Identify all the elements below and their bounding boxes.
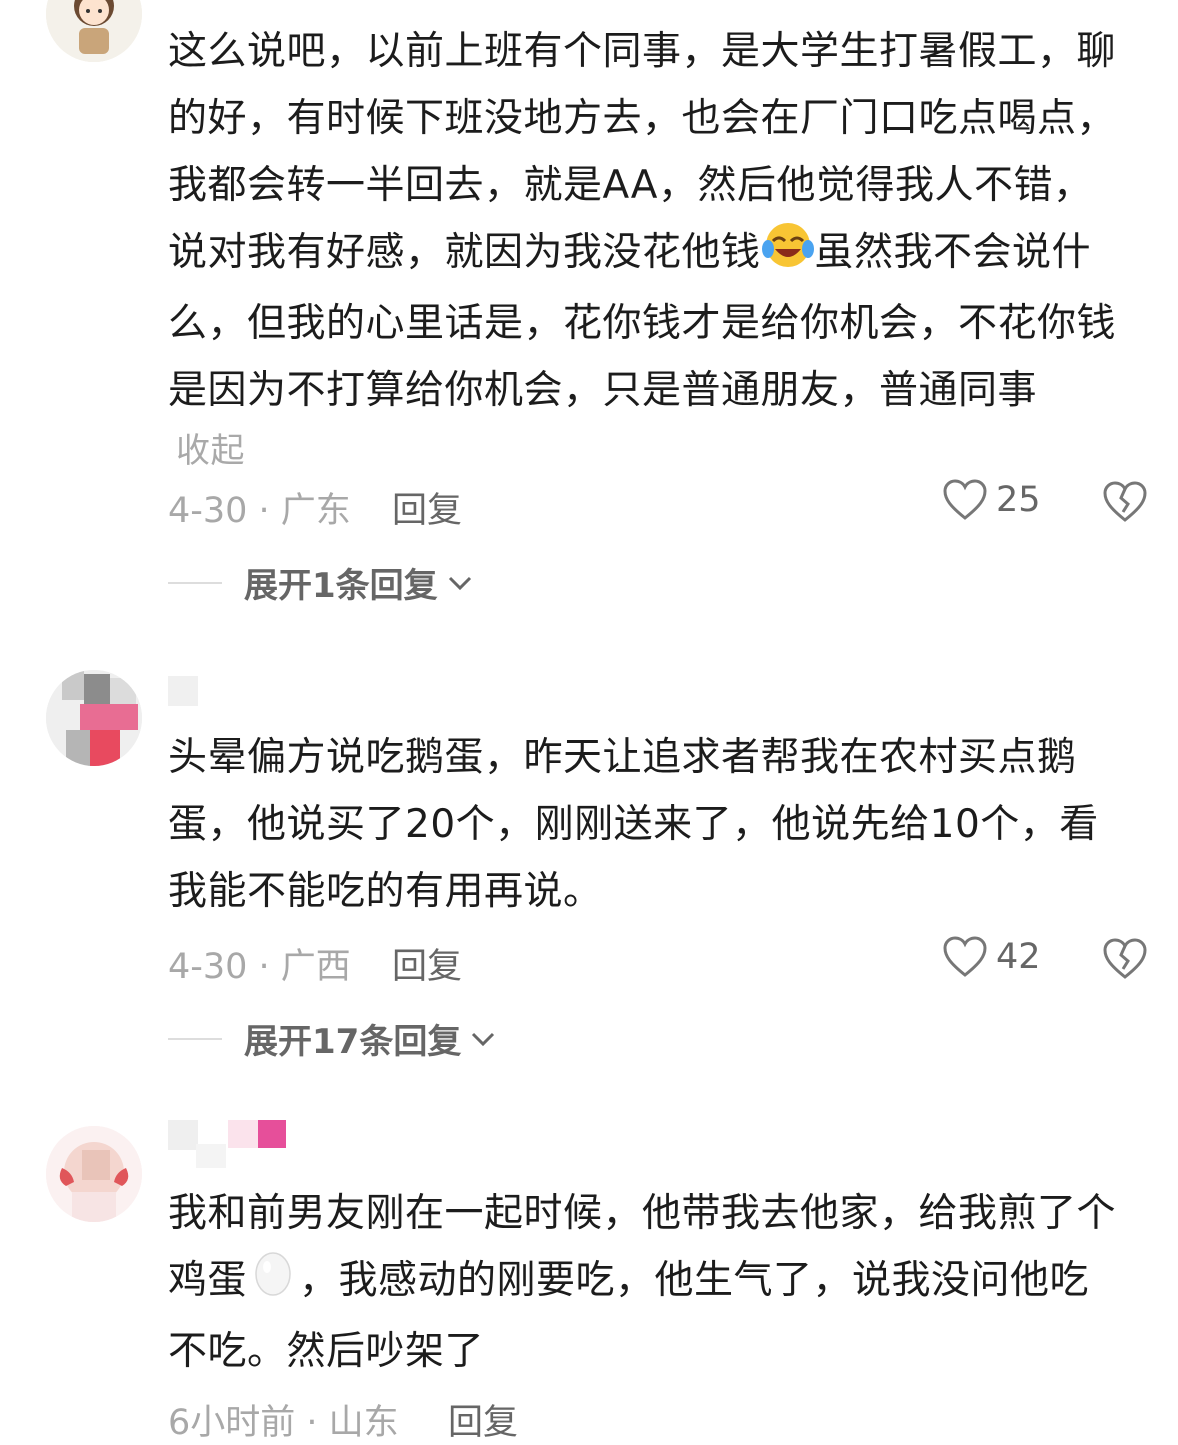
comment-2-time-location: 4-30 · 广西 [168, 947, 351, 987]
comment-1-line-4: 说对我有好感，就因为我没花他钱 虽然我不会说什 [168, 219, 1158, 290]
avatar-commenter-3[interactable] [46, 1126, 142, 1222]
name-blur-1 [168, 1120, 198, 1150]
chevron-down-icon [472, 1032, 495, 1046]
laughing-crying-emoji-icon [761, 219, 815, 290]
comment-1-like-button[interactable]: 25 [942, 478, 1041, 522]
comment-1-text: 这么说吧，以前上班有个同事，是大学生打暑假工，聊 的好，有时候下班没地方去，也会… [168, 18, 1158, 474]
name-blur-3 [228, 1120, 258, 1148]
comment-3-reply-button[interactable]: 回复 [448, 1394, 518, 1445]
comment-1-line-3: 我都会转一半回去，就是AA，然后他觉得我人不错， [168, 163, 1093, 208]
commenter-2-name-redacted[interactable] [168, 676, 198, 706]
comment-3-text: 我和前男友刚在一起时候，他带我去他家，给我煎了个 鸡蛋 ，我感动的刚要吃，他生气了… [168, 1180, 1158, 1385]
comment-1-like-count: 25 [996, 480, 1041, 520]
comment-2-line-3: 我能不能吃的有用再说。 [168, 869, 603, 914]
comment-2-reply-button[interactable]: 回复 [392, 938, 462, 989]
collapse-link[interactable]: 收起 [168, 428, 1158, 474]
comment-2-line-2: 蛋，他说买了20个，刚刚送来了，他说先给10个，看 [168, 802, 1099, 847]
comment-3-time-location: 6小时前 · 山东 [168, 1403, 399, 1443]
comment-1-expand-label: 展开1条回复 [244, 566, 438, 606]
egg-emoji-icon [253, 1247, 293, 1318]
comment-2-expand-replies[interactable]: 展开17条回复 [168, 1014, 497, 1063]
comment-2-line-1: 头晕偏方说吃鹅蛋，昨天让追求者帮我在农村买点鹅 [168, 735, 1077, 780]
comment-2-like-count: 42 [996, 937, 1041, 977]
comment-1-line-1: 这么说吧，以前上班有个同事，是大学生打暑假工，聊 [168, 29, 1117, 74]
heart-icon [943, 479, 987, 520]
chevron-down-icon [448, 576, 471, 590]
comment-2-expand-label: 展开17条回复 [244, 1022, 462, 1062]
comment-2-text: 头晕偏方说吃鹅蛋，昨天让追求者帮我在农村买点鹅 蛋，他说买了20个，刚刚送来了，… [168, 724, 1158, 925]
comment-3-line-2-start: 鸡蛋 [168, 1258, 248, 1303]
comment-3-line-1: 我和前男友刚在一起时候，他带我去他家，给我煎了个 [168, 1191, 1117, 1236]
comment-1-line-4-end: 虽然我不会说什 [814, 230, 1092, 275]
comment-1-line-2: 的好，有时候下班没地方去，也会在厂门口吃点喝点， [168, 96, 1117, 141]
name-blur-4 [258, 1120, 286, 1148]
avatar-commenter-1[interactable] [46, 0, 142, 62]
comment-1-line-5: 么，但我的心里话是，花你钱才是给你机会，不花你钱 [168, 301, 1117, 346]
comment-1-line-4-start: 说对我有好感，就因为我没花他钱 [168, 230, 761, 275]
comment-3-line-2: 鸡蛋 ，我感动的刚要吃，他生气了，说我没问他吃 [168, 1247, 1158, 1318]
comment-1-time-location: 4-30 · 广东 [168, 491, 351, 531]
comment-1-reply-button[interactable]: 回复 [392, 482, 462, 533]
avatar-commenter-2[interactable] [46, 670, 142, 766]
broken-heart-icon [1103, 481, 1147, 522]
name-blur-2 [196, 1144, 226, 1168]
comment-3-line-2-end: ，我感动的刚要吃，他生气了，说我没问他吃 [299, 1258, 1090, 1303]
divider [168, 581, 222, 584]
broken-heart-icon [1103, 938, 1147, 979]
commenter-3-name-redacted[interactable] [168, 1120, 288, 1170]
comment-1-line-6: 是因为不打算给你机会，只是普通朋友，普通同事 [168, 368, 1038, 413]
heart-icon [943, 936, 987, 977]
comment-1-expand-replies[interactable]: 展开1条回复 [168, 558, 474, 607]
comment-2-dislike-button[interactable] [1102, 937, 1148, 985]
comment-3-line-3: 不吃。然后吵架了 [168, 1329, 485, 1374]
comment-2-like-button[interactable]: 42 [942, 935, 1041, 979]
divider [168, 1037, 222, 1040]
comment-1-dislike-button[interactable] [1102, 480, 1148, 528]
